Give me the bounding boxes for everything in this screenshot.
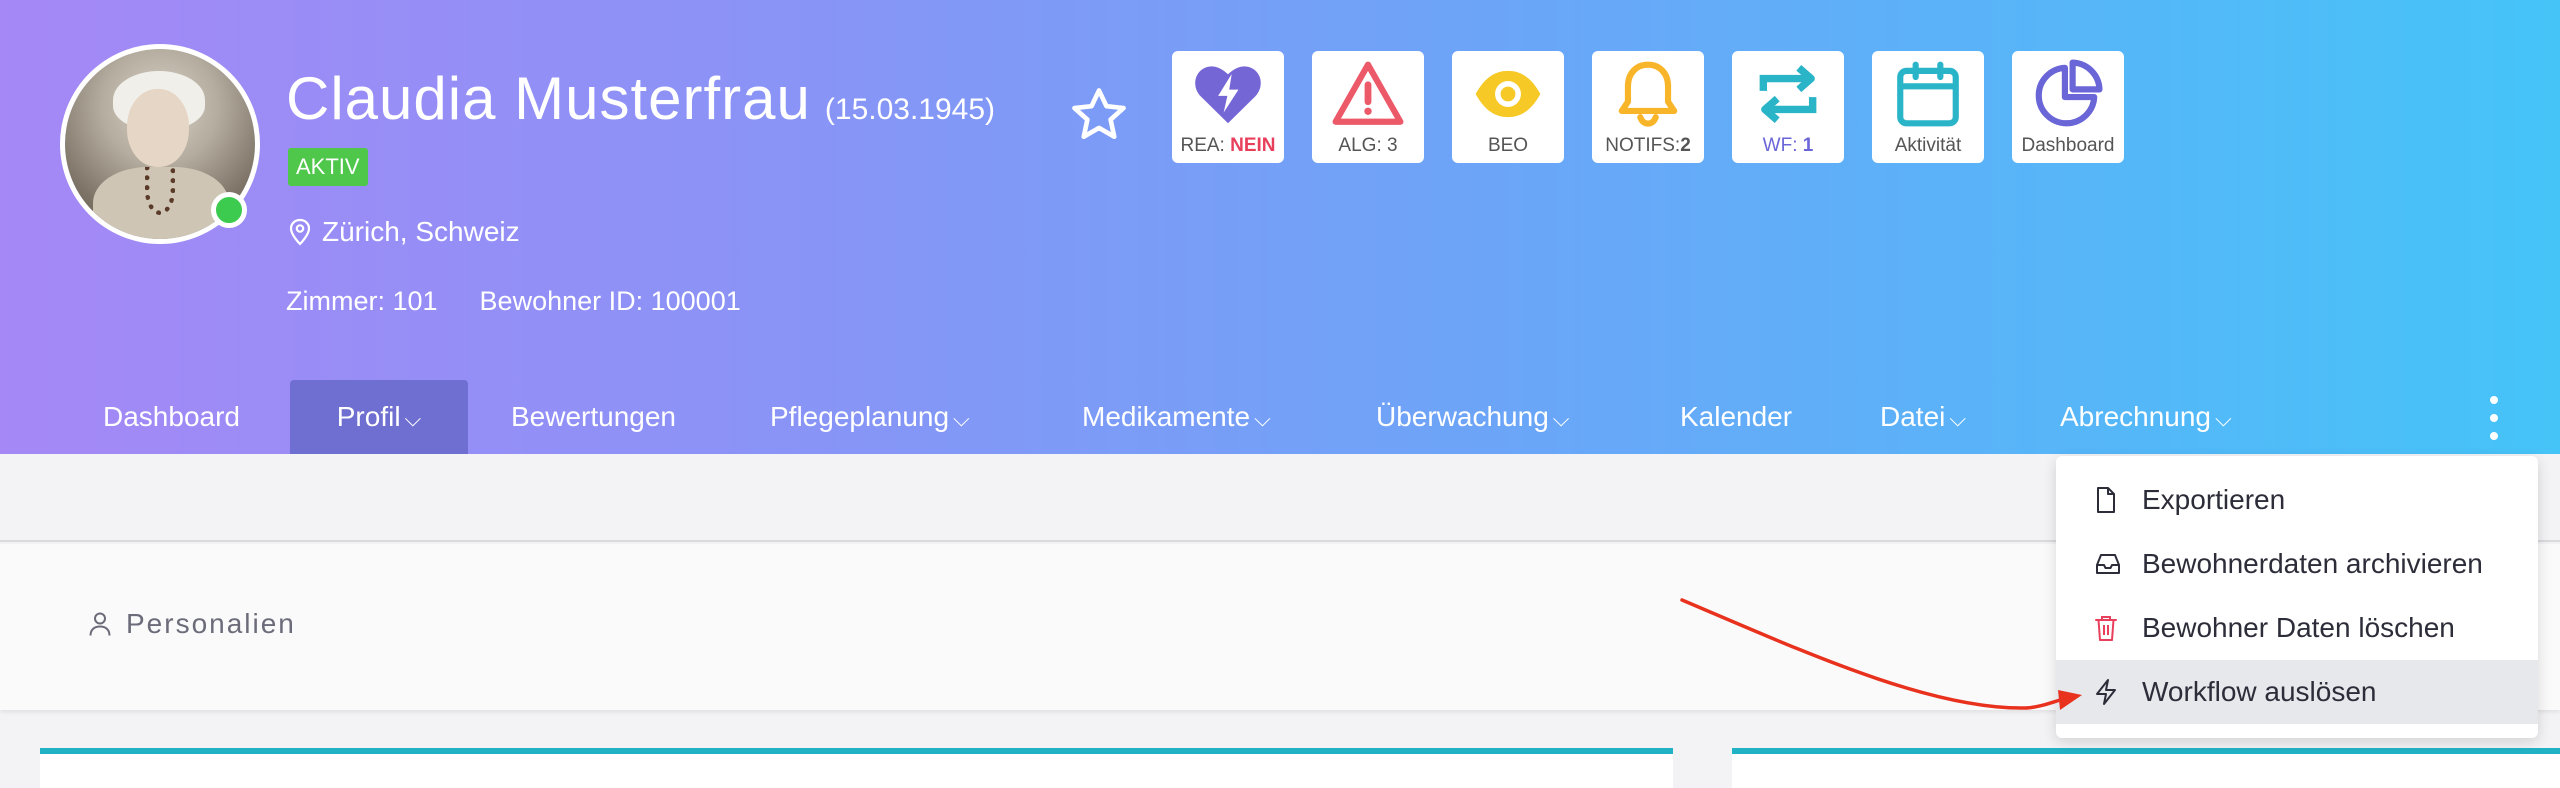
tile-allergies[interactable]: ALG: 3	[1312, 51, 1424, 163]
menu-item-exportieren[interactable]: Exportieren	[2056, 468, 2538, 532]
nav-datei-label: Datei	[1880, 401, 1946, 432]
personalien-title: Personalien	[126, 608, 296, 639]
star-icon[interactable]	[1068, 84, 1130, 146]
nav-pflegeplanung[interactable]: Pflegeplanung ⌵	[770, 380, 970, 454]
tile-rea[interactable]: REA: NEIN	[1172, 51, 1284, 163]
repeat-icon	[1759, 65, 1817, 123]
file-icon	[2097, 487, 2115, 513]
tile-activity-label: Aktivität	[1894, 135, 1962, 156]
menu-item-loeschen[interactable]: Bewohner Daten löschen	[2056, 596, 2538, 660]
more-options-icon[interactable]	[2488, 396, 2500, 440]
tile-notifications-label: NOTIFS:2	[1605, 135, 1691, 157]
location: Zürich, Schweiz	[288, 216, 520, 248]
room-number: Zimmer: 101	[286, 286, 438, 316]
menu-item-workflow[interactable]: Workflow auslösen	[2056, 660, 2538, 724]
nav-pflegeplanung-label: Pflegeplanung	[770, 401, 950, 432]
resident-id: Bewohner ID: 100001	[479, 286, 741, 316]
bolt-icon	[2096, 679, 2116, 705]
tile-observation[interactable]: BEO	[1452, 51, 1564, 163]
calendar-icon	[1897, 61, 1959, 127]
quick-status-tiles: REA: NEIN ALG: 3 BEO NOTIFS:2 WF: 1 Akti…	[1172, 51, 2124, 163]
eye-icon	[1475, 70, 1541, 118]
nav-bewertungen[interactable]: Bewertungen	[511, 380, 676, 454]
nav-dashboard-label: Dashboard	[103, 401, 240, 432]
chevron-down-icon: ⌵	[1254, 406, 1271, 431]
nav-ueberwachung[interactable]: Überwachung ⌵	[1376, 380, 1569, 454]
tile-observation-label: BEO	[1487, 135, 1529, 156]
online-status-dot	[211, 192, 247, 228]
menu-item-archivieren[interactable]: Bewohnerdaten archivieren	[2056, 532, 2538, 596]
menu-item-workflow-label: Workflow auslösen	[2142, 676, 2377, 707]
nav-kalender[interactable]: Kalender	[1680, 380, 1792, 454]
patient-name: Claudia Musterfrau	[286, 65, 811, 132]
tile-workflows-prefix: WF:	[1762, 135, 1803, 156]
nav-medikamente-label: Medikamente	[1082, 401, 1251, 432]
content-card-left	[40, 748, 1673, 788]
nav-datei[interactable]: Datei ⌵	[1880, 380, 1966, 454]
tile-dashboard-label: Dashboard	[2021, 135, 2115, 156]
nav-medikamente[interactable]: Medikamente ⌵	[1082, 380, 1271, 454]
chevron-down-icon: ⌵	[2215, 406, 2232, 431]
tile-allergies-label: ALG: 3	[1338, 135, 1398, 156]
chevron-down-icon: ⌵	[1552, 406, 1570, 431]
chevron-down-icon: ⌵	[1949, 406, 1967, 431]
location-text: Zürich, Schweiz	[322, 216, 520, 247]
nav-ueberwachung-label: Überwachung	[1376, 401, 1549, 432]
nav-profil-label: Profil	[336, 401, 401, 432]
tile-rea-value: NEIN	[1230, 135, 1276, 156]
tile-notifications-value: 2	[1680, 135, 1691, 156]
nav-profil[interactable]: Profil ⌵	[290, 380, 468, 454]
tile-rea-prefix: REA:	[1180, 135, 1231, 156]
tile-workflows[interactable]: WF: 1	[1732, 51, 1844, 163]
nav-kalender-label: Kalender	[1680, 401, 1793, 432]
map-pin-icon	[289, 218, 311, 246]
nav-dashboard[interactable]: Dashboard	[103, 380, 240, 454]
content-card-right	[1732, 748, 2560, 788]
trash-icon	[2095, 616, 2117, 641]
warning-triangle-icon	[1332, 61, 1404, 125]
chevron-down-icon: ⌵	[953, 406, 970, 431]
patient-meta: Zimmer: 101 Bewohner ID: 100001	[286, 286, 741, 317]
tile-workflows-label: WF: 1	[1763, 135, 1814, 157]
inbox-icon	[2096, 554, 2120, 574]
patient-dob: (15.03.1945)	[824, 93, 996, 126]
personalien-header[interactable]: Personalien	[88, 608, 296, 640]
more-options-menu: Exportieren Bewohnerdaten archivieren Be…	[2056, 456, 2538, 738]
menu-item-loeschen-label: Bewohner Daten löschen	[2142, 612, 2455, 643]
status-badge: AKTIV	[288, 148, 368, 186]
nav-bewertungen-label: Bewertungen	[511, 401, 677, 432]
tile-notifications[interactable]: NOTIFS:2	[1592, 51, 1704, 163]
pie-chart-icon	[2035, 59, 2103, 127]
heart-bolt-icon	[1195, 66, 1261, 124]
patient-title: Claudia Musterfrau (15.03.1945)	[286, 64, 995, 133]
bell-icon	[1618, 61, 1678, 127]
tile-dashboard[interactable]: Dashboard	[2012, 51, 2124, 163]
nav-abrechnung-label: Abrechnung	[2060, 401, 2212, 432]
chevron-down-icon: ⌵	[404, 406, 422, 431]
tile-workflows-value: 1	[1802, 135, 1814, 156]
main-navigation: Dashboard Profil ⌵ Bewertungen Pflegeplan…	[0, 380, 2560, 454]
menu-item-archivieren-label: Bewohnerdaten archivieren	[2142, 548, 2483, 579]
tile-notifications-prefix: NOTIFS:	[1605, 135, 1681, 156]
nav-abrechnung[interactable]: Abrechnung ⌵	[2060, 380, 2232, 454]
menu-item-exportieren-label: Exportieren	[2142, 484, 2286, 515]
tile-rea-label: REA: NEIN	[1180, 135, 1275, 157]
tile-activity[interactable]: Aktivität	[1872, 51, 1984, 163]
user-icon	[89, 612, 111, 636]
